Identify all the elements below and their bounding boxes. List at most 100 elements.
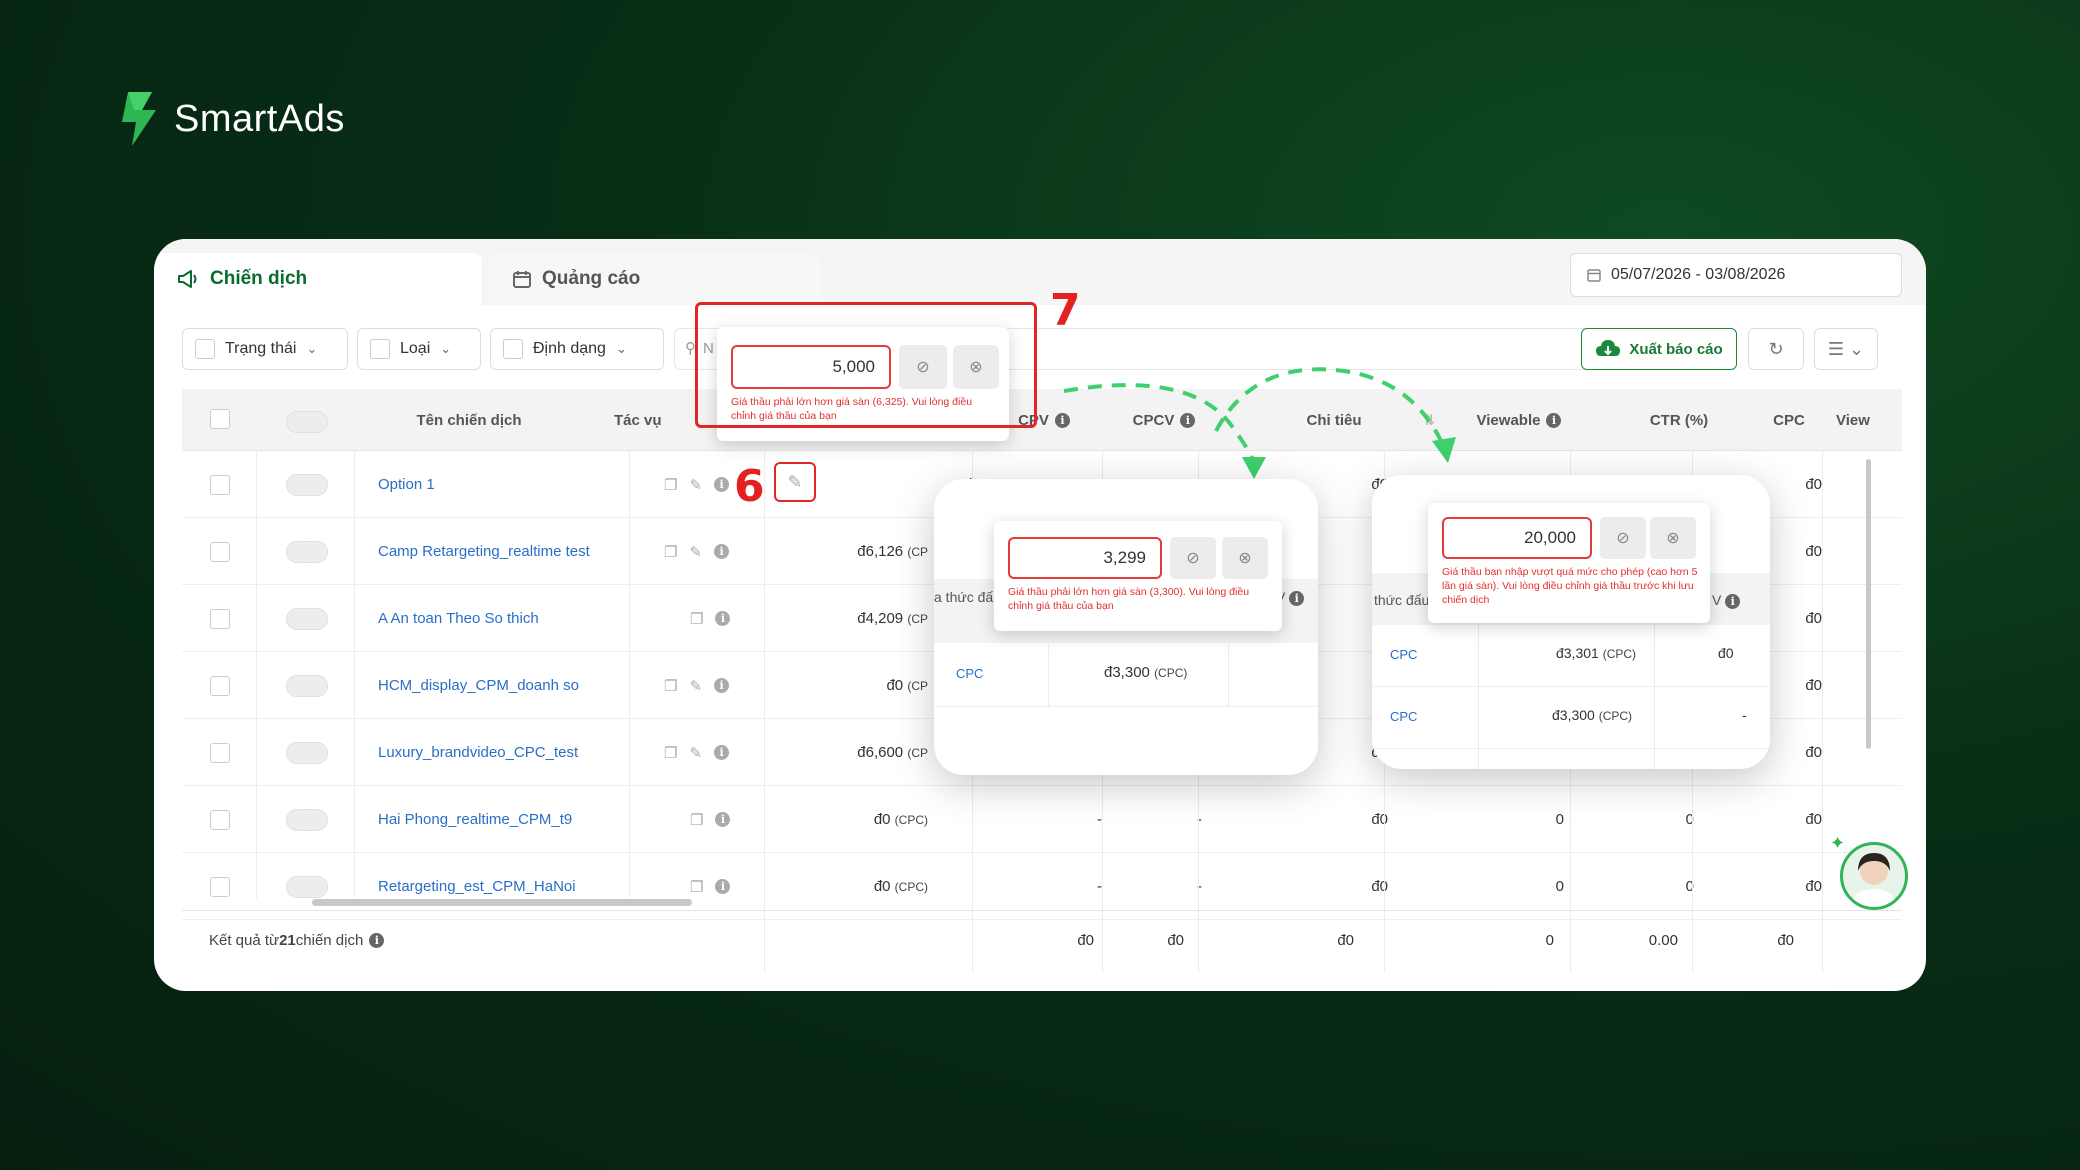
step-7-label: 7: [1050, 285, 1081, 336]
bid-input[interactable]: 3,299: [1008, 537, 1162, 579]
cancel-button[interactable]: ⊗: [1222, 537, 1268, 579]
pencil-icon[interactable]: ✎: [689, 476, 702, 494]
campaign-name-link[interactable]: Hai Phong_realtime_CPM_t9: [378, 786, 572, 853]
header-ctr[interactable]: CTR (%): [1624, 389, 1734, 451]
row-toggle[interactable]: [286, 585, 328, 652]
row-actions: ❐ ✎ i: [664, 451, 730, 518]
row-actions: ❐ i: [690, 585, 731, 652]
date-range-picker[interactable]: 05/07/2026 - 03/08/2026: [1570, 253, 1902, 297]
pencil-icon[interactable]: ✎: [689, 677, 702, 695]
cpc-value: đ0: [1805, 811, 1822, 828]
filter-status-checkbox[interactable]: [195, 339, 215, 359]
horizontal-scrollbar[interactable]: [312, 899, 692, 906]
main-card: Chiến dịch Quảng cáo 05/07/2026 - 03/08/…: [154, 239, 1926, 991]
filter-type[interactable]: Loại ⌄: [357, 328, 481, 370]
close-circle-icon: ⊗: [1666, 530, 1680, 547]
info-icon[interactable]: i: [715, 611, 731, 626]
results-summary: Kết quả từ 21 chiến dịch i: [209, 932, 385, 949]
bubble-left-popup: 3,299 ⊘ ⊗ Giá thầu phải lớn hơn giá sàn …: [994, 521, 1282, 631]
pencil-icon[interactable]: ✎: [689, 543, 702, 561]
filter-format-label: Định dạng: [533, 340, 606, 357]
cancel-button[interactable]: ⊗: [1650, 517, 1696, 559]
row-toggle[interactable]: [286, 518, 328, 585]
bid-value: đ0 (CPC): [873, 811, 928, 828]
row-checkbox[interactable]: [210, 451, 230, 518]
chevron-down-icon: ⌄: [440, 341, 452, 356]
refresh-icon: ↻: [1768, 338, 1784, 359]
bid-value: đ6,126 (CP: [857, 543, 928, 560]
campaign-name-link[interactable]: A An toan Theo So thich: [378, 585, 539, 652]
row-toggle[interactable]: [286, 719, 328, 786]
select-all-checkbox[interactable]: [210, 409, 230, 434]
filter-type-label: Loại: [400, 340, 431, 357]
campaign-name-link[interactable]: Camp Retargeting_realtime test: [378, 518, 590, 585]
bid-input[interactable]: 20,000: [1442, 517, 1592, 559]
filter-type-checkbox[interactable]: [370, 339, 390, 359]
step-6-label: 6: [734, 461, 765, 512]
campaign-name-link[interactable]: HCM_display_CPM_doanh so: [378, 652, 579, 719]
copy-icon[interactable]: ❐: [690, 878, 703, 896]
info-icon[interactable]: i: [715, 879, 731, 894]
copy-icon[interactable]: ❐: [690, 610, 703, 628]
list-settings-icon: ☰ ⌄: [1827, 338, 1865, 359]
footer-viewable: 0: [1545, 932, 1554, 949]
filter-status[interactable]: Trạng thái ⌄: [182, 328, 348, 370]
row-actions: ❐ i: [690, 786, 731, 853]
campaign-name-link[interactable]: Option 1: [378, 451, 435, 518]
smartads-logo-icon: [122, 92, 156, 146]
chevron-down-icon: ⌄: [615, 341, 627, 356]
info-icon[interactable]: i: [714, 544, 730, 559]
row-checkbox[interactable]: [210, 786, 230, 853]
edit-bid-button[interactable]: ✎: [774, 462, 816, 502]
footer-cpc: đ0: [1777, 932, 1794, 949]
row-checkbox[interactable]: [210, 518, 230, 585]
assistant-avatar-icon: [1851, 853, 1897, 907]
vertical-scrollbar[interactable]: [1866, 459, 1871, 749]
footer-ctr: 0.00: [1648, 932, 1678, 949]
copy-icon[interactable]: ❐: [664, 744, 677, 762]
column-settings-button[interactable]: ☰ ⌄: [1814, 328, 1878, 370]
filter-format-checkbox[interactable]: [503, 339, 523, 359]
date-range-text: 05/07/2026 - 03/08/2026: [1611, 266, 1786, 283]
highlight-popup-box: [695, 302, 1037, 428]
filter-status-label: Trạng thái: [225, 340, 297, 357]
row-checkbox[interactable]: [210, 585, 230, 652]
info-icon: i: [369, 933, 385, 948]
toggle-all[interactable]: [286, 411, 328, 433]
info-icon[interactable]: i: [715, 812, 731, 827]
assistant-avatar[interactable]: [1840, 842, 1908, 910]
info-icon[interactable]: i: [714, 678, 730, 693]
spend-value: đ0: [1371, 811, 1388, 828]
refresh-button[interactable]: ↻: [1748, 328, 1804, 370]
pencil-icon[interactable]: ✎: [689, 744, 702, 762]
footer-cpv: đ0: [1077, 932, 1094, 949]
table-row[interactable]: Hai Phong_realtime_CPM_t9 ❐ i đ0 (CPC) -…: [182, 786, 1902, 853]
confirm-button[interactable]: ⊘: [1600, 517, 1646, 559]
check-circle-icon: ⊘: [1616, 530, 1630, 547]
row-toggle[interactable]: [286, 786, 328, 853]
row-toggle[interactable]: [286, 451, 328, 518]
row-checkbox[interactable]: [210, 652, 230, 719]
tab-campaigns[interactable]: Chiến dịch: [154, 253, 482, 305]
copy-icon[interactable]: ❐: [664, 476, 677, 494]
info-icon[interactable]: i: [714, 745, 730, 760]
copy-icon[interactable]: ❐: [664, 543, 677, 561]
footer-cpcv: đ0: [1167, 932, 1184, 949]
header-cpc[interactable]: CPC: [1744, 389, 1834, 451]
row-toggle[interactable]: [286, 652, 328, 719]
copy-icon[interactable]: ❐: [690, 811, 703, 829]
bid-value: đ6,600 (CP: [857, 744, 928, 761]
bid-value: đ0 (CP: [886, 677, 928, 694]
tab-ads[interactable]: Quảng cáo: [490, 253, 820, 305]
header-campaign-name[interactable]: Tên chiến dịch: [354, 389, 584, 451]
viewable-value: 0: [1555, 811, 1564, 828]
megaphone-icon: [178, 270, 197, 288]
info-icon[interactable]: i: [714, 477, 730, 492]
campaign-name-link[interactable]: Luxury_brandvideo_CPC_test: [378, 719, 578, 786]
bid-value: đ4,209 (CP: [857, 610, 928, 627]
confirm-button[interactable]: ⊘: [1170, 537, 1216, 579]
filter-format[interactable]: Định dạng ⌄: [490, 328, 664, 370]
row-checkbox[interactable]: [210, 719, 230, 786]
header-view[interactable]: View: [1836, 389, 1896, 451]
copy-icon[interactable]: ❐: [664, 677, 677, 695]
